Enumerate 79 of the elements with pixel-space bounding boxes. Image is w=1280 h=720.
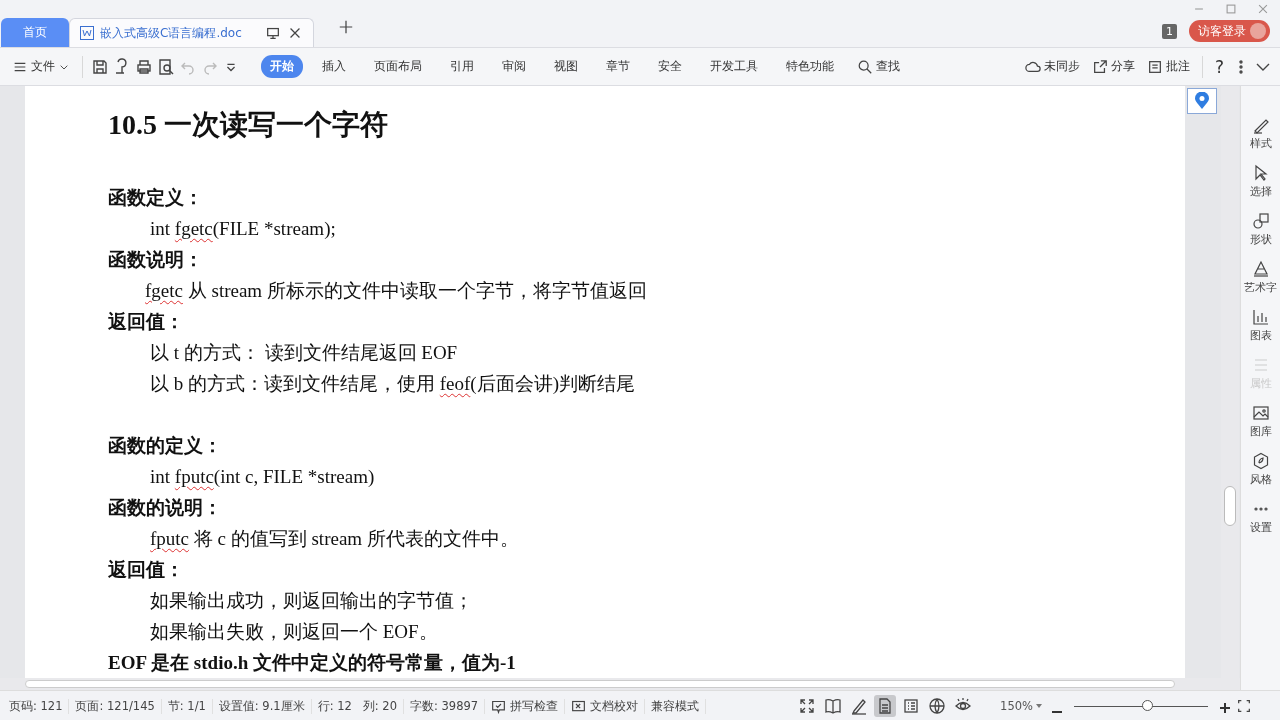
section-heading: 10.5 一次读写一个字符 [108, 108, 389, 142]
fit-screen-icon[interactable] [1236, 698, 1252, 714]
status-text: 设置值: 9.1厘米 [212, 698, 312, 714]
section-label: 返回值： [108, 311, 184, 332]
ribbon-tab[interactable]: 页面布局 [365, 55, 431, 78]
sidebar-item[interactable]: 选择 [1249, 164, 1272, 199]
ribbon-tab[interactable]: 特色功能 [777, 55, 843, 78]
minus-icon [1052, 710, 1062, 713]
ribbon-tab[interactable]: 引用 [441, 55, 483, 78]
status-text: 页码: 121 [3, 698, 70, 714]
proofread-icon[interactable] [571, 698, 587, 714]
book-check-icon[interactable] [491, 698, 507, 714]
status-text: 字数: 39897 [403, 698, 486, 714]
login-button[interactable]: 访客登录 [1189, 20, 1270, 42]
search-icon[interactable] [857, 58, 873, 75]
body-text: fputc 将 c 的值写到 stream 所代表的文件中。 [150, 528, 519, 549]
zoom-slider-thumb[interactable] [1141, 700, 1153, 711]
body-text: 以 t 的方式： 读到文件结尾返回 EOF [150, 342, 458, 363]
chart-icon [1251, 308, 1270, 326]
sync-button[interactable]: 未同步 [1020, 56, 1084, 77]
body-text: 以 b 的方式：读到文件结尾，使用 feof(后面会讲)判断结尾 [150, 373, 635, 394]
section-label: 函数说明： [108, 249, 203, 270]
body-text: fgetc 从 stream 所标示的文件中读取一个字节，将字节值返回 [145, 280, 647, 301]
hexagon-leaf-icon [1251, 452, 1270, 470]
plus-icon[interactable] [338, 19, 354, 35]
status-text: 节: 1/1 [161, 698, 213, 714]
sidebar-item[interactable]: 风格 [1249, 452, 1272, 487]
body-text: 如果输出成功，则返回输出的字节值； [150, 590, 473, 611]
document-tab-title: 嵌入式高级C语言编程.doc [100, 24, 243, 42]
ribbon-tab[interactable]: 视图 [545, 55, 587, 78]
preview-icon[interactable] [157, 57, 175, 76]
sidebar-item[interactable]: 设置 [1249, 500, 1272, 535]
print-icon[interactable] [135, 57, 153, 76]
status-text: 兼容模式 [645, 698, 707, 714]
image-icon [1251, 404, 1270, 422]
save-icon[interactable] [91, 57, 109, 76]
sidebar-item[interactable]: 样式 [1249, 116, 1272, 151]
sidebar-item[interactable]: 艺术字 [1244, 260, 1277, 295]
caret-icon [1036, 704, 1042, 708]
share-icon[interactable] [1091, 58, 1108, 75]
scrollbar-thumb[interactable] [1224, 486, 1236, 526]
section-label: EOF 是在 stdio.h 文件中定义的符号常量，值为-1 [108, 652, 516, 673]
ribbon-tab[interactable]: 开始 [261, 55, 303, 78]
sidebar-item[interactable]: 形状 [1249, 212, 1272, 247]
spell-check-button[interactable]: 拼写检查 [485, 698, 566, 714]
file-menu[interactable]: 文件 [8, 56, 74, 77]
body-text: int fputc(int c, FILE *stream) [150, 466, 375, 487]
comment-icon[interactable] [1146, 58, 1163, 75]
ribbon-tab[interactable]: 安全 [649, 55, 691, 78]
ribbon-tab[interactable]: 开发工具 [701, 55, 767, 78]
section-label: 函数定义： [108, 187, 203, 208]
text-art-icon [1251, 260, 1270, 278]
help-button[interactable]: ? [1210, 54, 1228, 79]
zoom-dropdown[interactable]: 150% [996, 697, 1046, 715]
sidebar-item[interactable]: 图库 [1249, 404, 1272, 439]
comment-button[interactable]: 批注 [1142, 56, 1194, 77]
ribbon-tab[interactable]: 审阅 [493, 55, 535, 78]
shapes-icon [1251, 212, 1270, 230]
status-text: 页面: 121/145 [69, 698, 162, 714]
status-text: 行: 12 列: 20 [311, 698, 404, 714]
section-label: 返回值： [108, 559, 184, 580]
location-pin-icon [1194, 92, 1210, 110]
section-label: 函数的定义： [108, 435, 222, 456]
page-view-button[interactable] [874, 695, 897, 717]
body-text: 如果输出失败，则返回一个 EOF。 [150, 621, 438, 642]
location-button[interactable] [1187, 88, 1217, 114]
proofread-button[interactable]: 文档校对 [565, 698, 646, 714]
document-tab[interactable]: 嵌入式高级C语言编程.doc [69, 18, 314, 47]
search-button[interactable]: 查找 [853, 56, 904, 77]
section-label: 函数的说明： [108, 497, 222, 518]
ribbon-tab[interactable]: 插入 [313, 55, 355, 78]
plus-icon [1220, 702, 1230, 713]
document-icon [80, 26, 94, 40]
window-count-badge[interactable]: 1 [1162, 23, 1177, 39]
share-button[interactable]: 分享 [1087, 56, 1139, 77]
ribbon-tab[interactable]: 章节 [597, 55, 639, 78]
sidebar-item[interactable]: 图表 [1249, 308, 1272, 343]
body-text: int fgetc(FILE *stream); [150, 218, 336, 239]
monitor-icon[interactable] [265, 25, 281, 41]
